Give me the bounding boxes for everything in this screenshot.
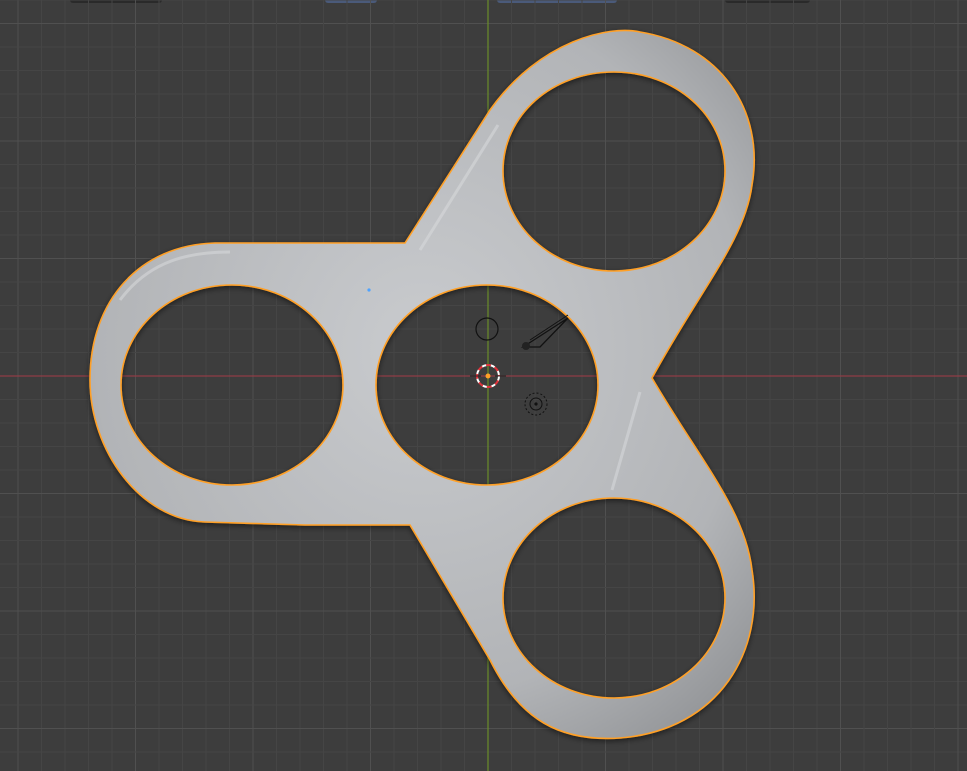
camera-icon[interactable]	[520, 314, 569, 350]
light-secondary-icon[interactable]	[524, 392, 548, 416]
origin-dot	[485, 373, 491, 379]
fidget-spinner-mesh[interactable]	[89, 29, 756, 740]
vertex-dot	[367, 288, 371, 292]
spinner-body	[89, 29, 756, 740]
3d-viewport[interactable]	[0, 0, 967, 771]
viewport-canvas[interactable]	[0, 0, 967, 771]
